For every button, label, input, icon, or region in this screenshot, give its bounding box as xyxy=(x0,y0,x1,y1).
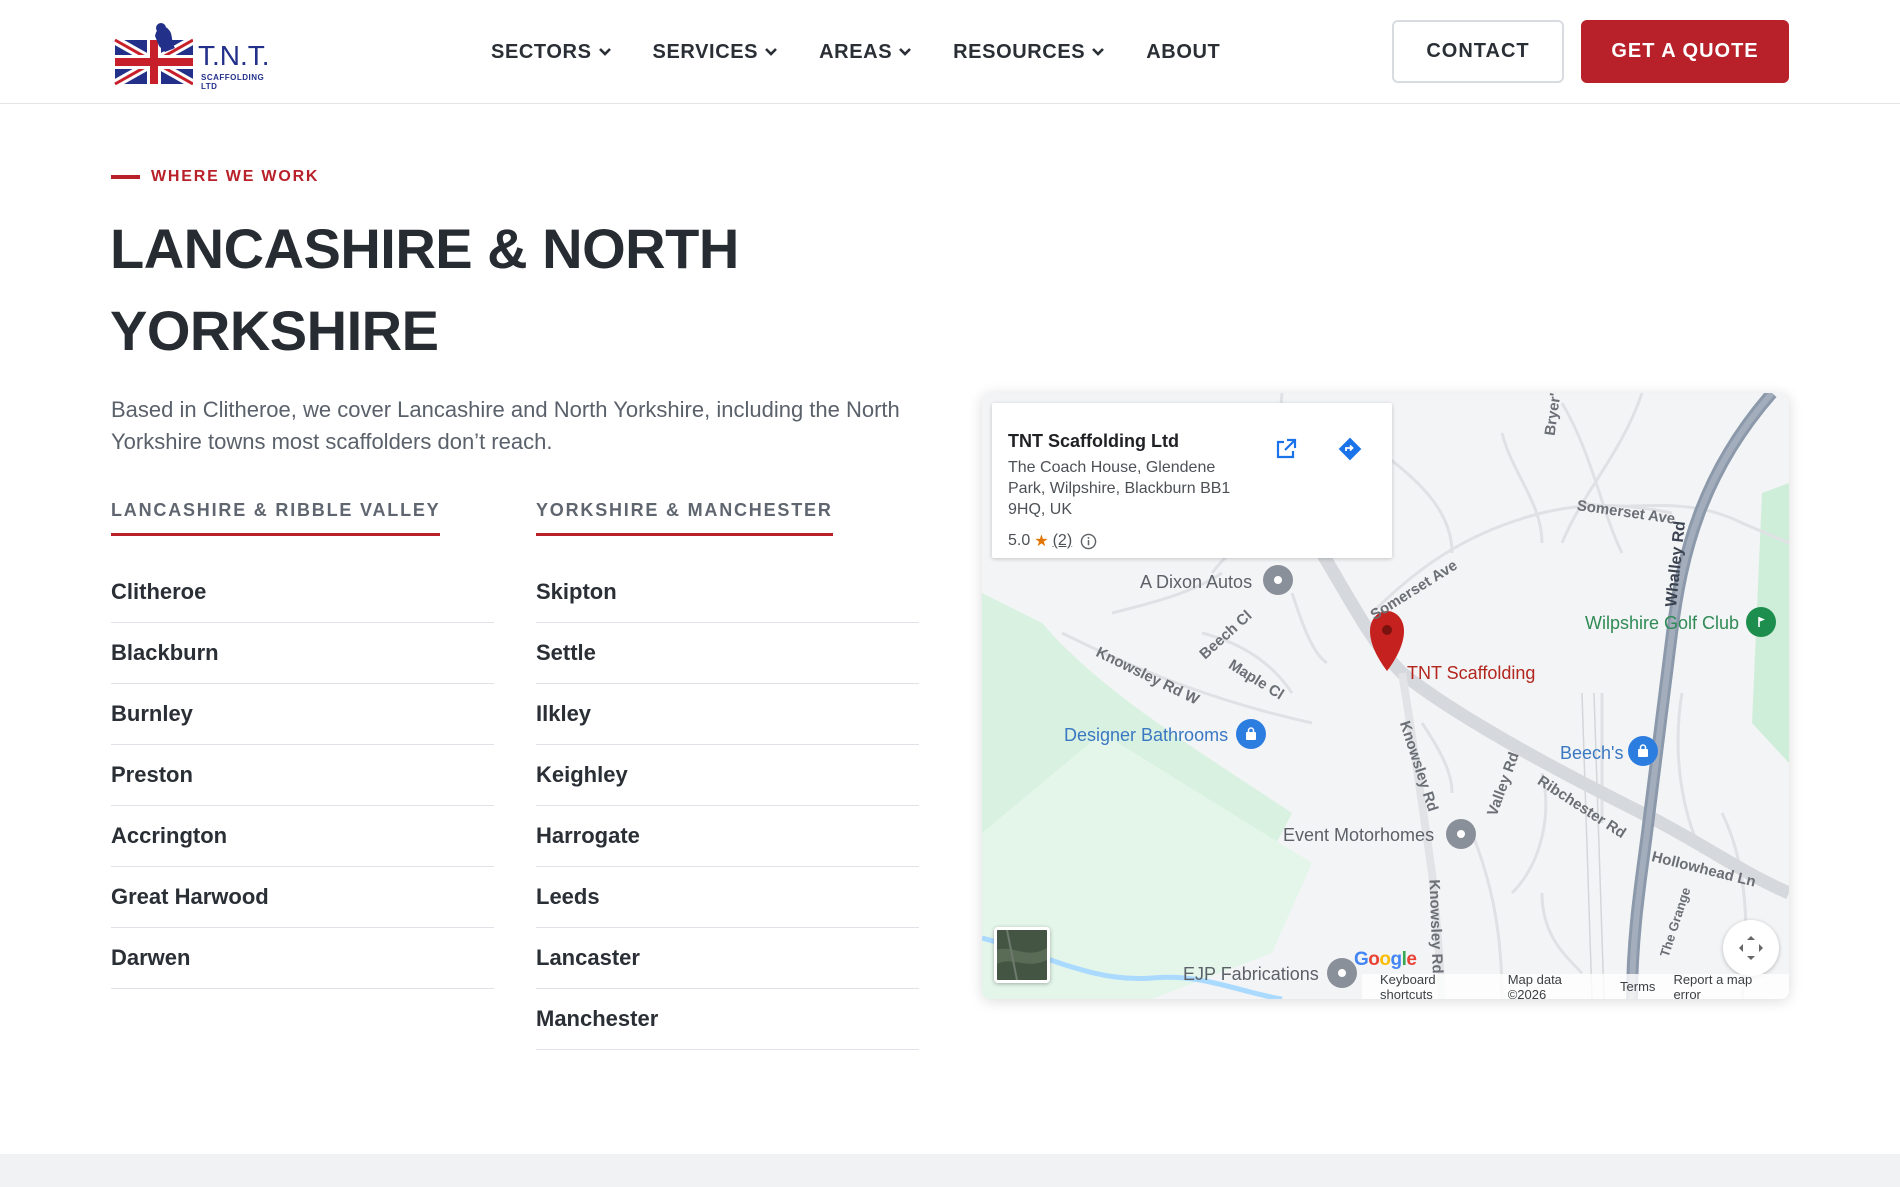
yorkshire-heading: YORKSHIRE & MANCHESTER xyxy=(536,500,833,536)
nav-areas[interactable]: AREAS xyxy=(819,41,912,64)
shopping-bag-icon[interactable] xyxy=(1236,719,1266,749)
satellite-toggle[interactable] xyxy=(994,927,1050,983)
town-list-item: Keighley xyxy=(536,745,919,806)
golf-icon[interactable] xyxy=(1746,607,1776,637)
get-a-quote-button[interactable]: GET A QUOTE xyxy=(1581,20,1789,83)
external-link-glyph-icon xyxy=(1276,438,1297,459)
google-logo: Google xyxy=(1354,949,1417,970)
map-place-label: EJP Fabrications xyxy=(1183,964,1319,984)
map-place-label: Designer Bathrooms xyxy=(1064,725,1229,745)
lancashire-area-column: LANCASHIRE & RIBBLE VALLEY Clitheroe Bla… xyxy=(111,500,494,989)
golf-flag-glyph-icon xyxy=(1758,617,1765,627)
place-name[interactable]: TNT Scaffolding Ltd xyxy=(1008,431,1179,452)
nav-areas-label: AREAS xyxy=(819,40,893,63)
bag-glyph-icon xyxy=(1246,727,1256,740)
open-in-maps-icon[interactable] xyxy=(1268,431,1304,467)
chevron-down-icon xyxy=(598,48,611,56)
town-list-item: Darwen xyxy=(111,928,494,989)
contact-button[interactable]: CONTACT xyxy=(1392,20,1564,83)
report-map-error-link[interactable]: Report a map error xyxy=(1673,972,1781,1000)
nav-services[interactable]: SERVICES xyxy=(653,41,779,64)
map-marker-label[interactable]: TNT Scaffolding xyxy=(1407,663,1535,684)
map-pin-icon[interactable] xyxy=(1263,565,1293,595)
nav-sectors[interactable]: SECTORS xyxy=(491,41,612,64)
pin-dot-icon xyxy=(1457,830,1465,838)
place-address: The Coach House, Glendene Park, Wilpshir… xyxy=(1008,459,1231,518)
map-data-label: Map data ©2026 xyxy=(1507,971,1562,1000)
town-list-item: Harrogate xyxy=(536,806,919,867)
nav-about-label: ABOUT xyxy=(1146,40,1221,63)
section-title: LANCASHIRE & NORTH YORKSHIRE xyxy=(110,217,739,362)
chevron-down-icon xyxy=(899,48,912,56)
town-list-item: Manchester xyxy=(536,989,919,1050)
satellite-preview-icon xyxy=(997,930,1047,980)
town-list-item: Ilkley xyxy=(536,684,919,745)
main-nav: SECTORS SERVICES AREAS RESOURCES ABOUT xyxy=(491,38,1261,66)
town-list-item: Leeds xyxy=(536,867,919,928)
place-info-card: TNT Scaffolding Ltd The Coach House, Gle… xyxy=(992,403,1392,558)
yorkshire-town-list: Skipton Settle Ilkley Keighley Harrogate… xyxy=(536,562,919,1050)
pin-dot-icon xyxy=(1338,969,1346,977)
town-list-item: Clitheroe xyxy=(111,562,494,623)
town-list-item: Burnley xyxy=(111,684,494,745)
shopping-bag-icon[interactable] xyxy=(1628,736,1658,766)
pin-dot-icon xyxy=(1274,576,1282,584)
town-list-item: Accrington xyxy=(111,806,494,867)
terms-link[interactable]: Terms xyxy=(1620,979,1655,994)
town-list-item: Blackburn xyxy=(111,623,494,684)
directions-diamond-glyph-icon xyxy=(1338,437,1362,461)
directions-icon[interactable] xyxy=(1332,431,1368,467)
eyebrow-accent-bar xyxy=(111,175,140,179)
expand-arrows-icon xyxy=(1739,936,1763,960)
map-pin-icon[interactable] xyxy=(1327,958,1357,988)
brand-logo[interactable]: T.N.T. SCAFFOLDING LTD xyxy=(112,22,283,91)
nav-services-label: SERVICES xyxy=(652,40,759,63)
nav-about[interactable]: ABOUT xyxy=(1146,41,1220,64)
bag-glyph-icon xyxy=(1638,744,1648,757)
lancashire-town-list: Clitheroe Blackburn Burnley Preston Accr… xyxy=(111,562,494,989)
section-eyebrow: WHERE WE WORK xyxy=(111,168,319,186)
site-header: T.N.T. SCAFFOLDING LTD SECTORS SERVICES … xyxy=(0,0,1900,104)
map-place-label: Wilpshire Golf Club xyxy=(1585,613,1740,633)
road-label: Knowsley Rd xyxy=(1425,879,1446,974)
keyboard-shortcuts-link[interactable]: Keyboard shortcuts xyxy=(1380,972,1490,1000)
town-list-item: Great Harwood xyxy=(111,867,494,928)
town-list-item: Settle xyxy=(536,623,919,684)
star-icon: ★ xyxy=(1034,533,1049,550)
nav-resources[interactable]: RESOURCES xyxy=(953,41,1105,64)
next-section-band xyxy=(0,1154,1900,1187)
section-intro: Based in Clitheroe, we cover Lancashire … xyxy=(111,397,900,454)
map-place-label: A Dixon Autos xyxy=(1140,572,1253,592)
map-place-label: Event Motorhomes xyxy=(1283,825,1435,845)
reviews-link[interactable]: (2) xyxy=(1053,532,1073,550)
yorkshire-area-column: YORKSHIRE & MANCHESTER Skipton Settle Il… xyxy=(536,500,919,1050)
map-attribution-bar: Keyboard shortcuts Map data ©2026 Terms … xyxy=(1362,971,1789,1000)
brand-name: T.N.T. xyxy=(198,40,270,71)
chevron-down-icon xyxy=(1092,48,1105,56)
union-jack-flag-icon xyxy=(112,23,196,88)
place-rating: 5.0 ★ (2) xyxy=(1008,531,1097,551)
brand-subtitle: SCAFFOLDING LTD xyxy=(201,73,265,91)
map-place-label: Beech's xyxy=(1560,743,1624,763)
map-pin-icon[interactable] xyxy=(1446,819,1476,849)
eyebrow-label: WHERE WE WORK xyxy=(151,168,320,185)
embedded-map[interactable]: Bryer's Croft Somerset Ave Somerset Ave … xyxy=(982,393,1789,999)
town-list-item: Skipton xyxy=(536,562,919,623)
rating-value: 5.0 xyxy=(1008,532,1031,549)
lancashire-heading: LANCASHIRE & RIBBLE VALLEY xyxy=(111,500,441,536)
fullscreen-button[interactable] xyxy=(1723,920,1779,976)
town-list-item: Lancaster xyxy=(536,928,919,989)
chevron-down-icon xyxy=(765,48,778,56)
town-list-item: Preston xyxy=(111,745,494,806)
nav-resources-label: RESOURCES xyxy=(953,40,1086,63)
info-icon[interactable] xyxy=(1080,533,1097,550)
nav-sectors-label: SECTORS xyxy=(491,40,592,63)
